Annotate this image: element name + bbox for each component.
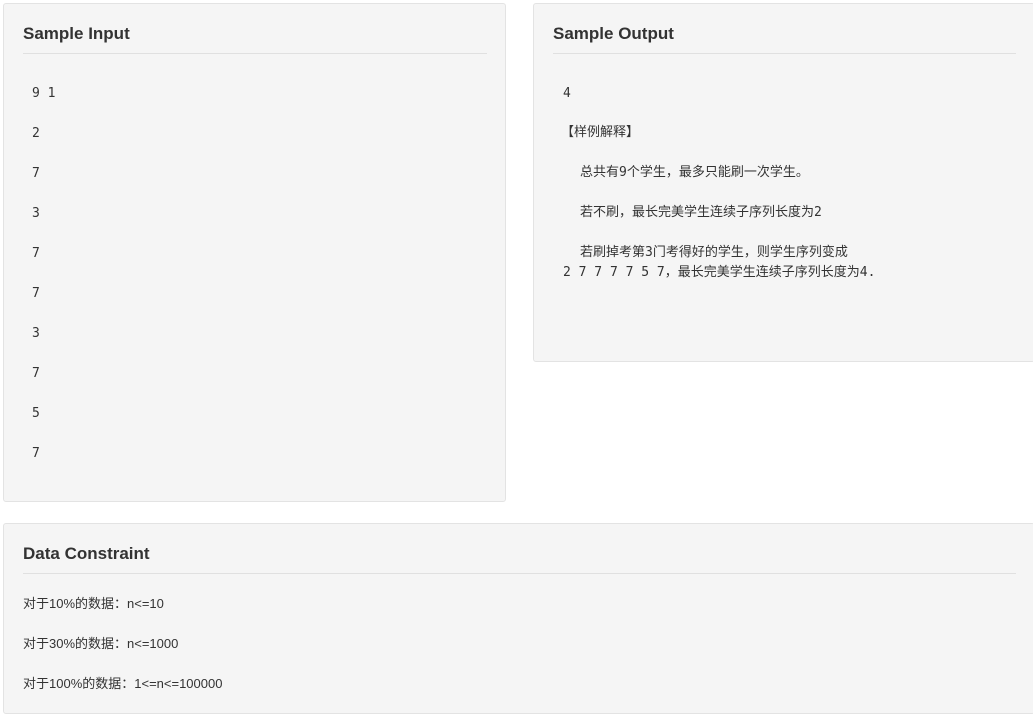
sample-output-title: Sample Output	[553, 24, 674, 43]
constraint-line: 对于100%的数据：1<=n<=100000	[23, 676, 223, 691]
explanation-line: 总共有9个学生，最多只能刷一次学生。	[580, 165, 809, 180]
sample-output-panel: Sample Output 4 【样例解释】 总共有9个学生，最多只能刷一次学生…	[533, 3, 1033, 362]
explanation-line: 若刷掉考第3门考得好的学生，则学生序列变成	[580, 245, 848, 260]
data-constraint-title: Data Constraint	[23, 544, 150, 563]
sample-input-line: 5	[32, 406, 40, 421]
data-constraint-panel: Data Constraint 对于10%的数据：n<=10 对于30%的数据：…	[3, 523, 1033, 714]
explanation-header: 【样例解释】	[561, 125, 640, 140]
sample-input-line: 7	[32, 446, 40, 461]
explanation-line: 若不刷，最长完美学生连续子序列长度为2	[580, 205, 822, 220]
constraint-line: 对于30%的数据：n<=1000	[23, 636, 179, 651]
constraint-line: 对于10%的数据：n<=10	[23, 596, 164, 611]
sample-input-line: 3	[32, 206, 40, 221]
sample-output-answer: 4	[563, 86, 571, 101]
sample-input-line: 2	[32, 126, 40, 141]
sample-input-line: 3	[32, 326, 40, 341]
sample-input-line: 7	[32, 286, 40, 301]
sample-input-line: 9 1	[32, 86, 56, 101]
sample-input-panel: Sample Input 9 1 2 7 3 7 7 3 7 5 7	[3, 3, 506, 502]
sample-input-line: 7	[32, 366, 40, 381]
sample-input-line: 7	[32, 246, 40, 261]
sample-input-line: 7	[32, 166, 40, 181]
sample-input-divider	[23, 53, 487, 54]
explanation-line: 2 7 7 7 7 5 7，最长完美学生连续子序列长度为4.	[563, 265, 876, 280]
sample-input-title: Sample Input	[23, 24, 130, 43]
data-constraint-divider	[23, 573, 1016, 574]
sample-output-divider	[553, 53, 1016, 54]
